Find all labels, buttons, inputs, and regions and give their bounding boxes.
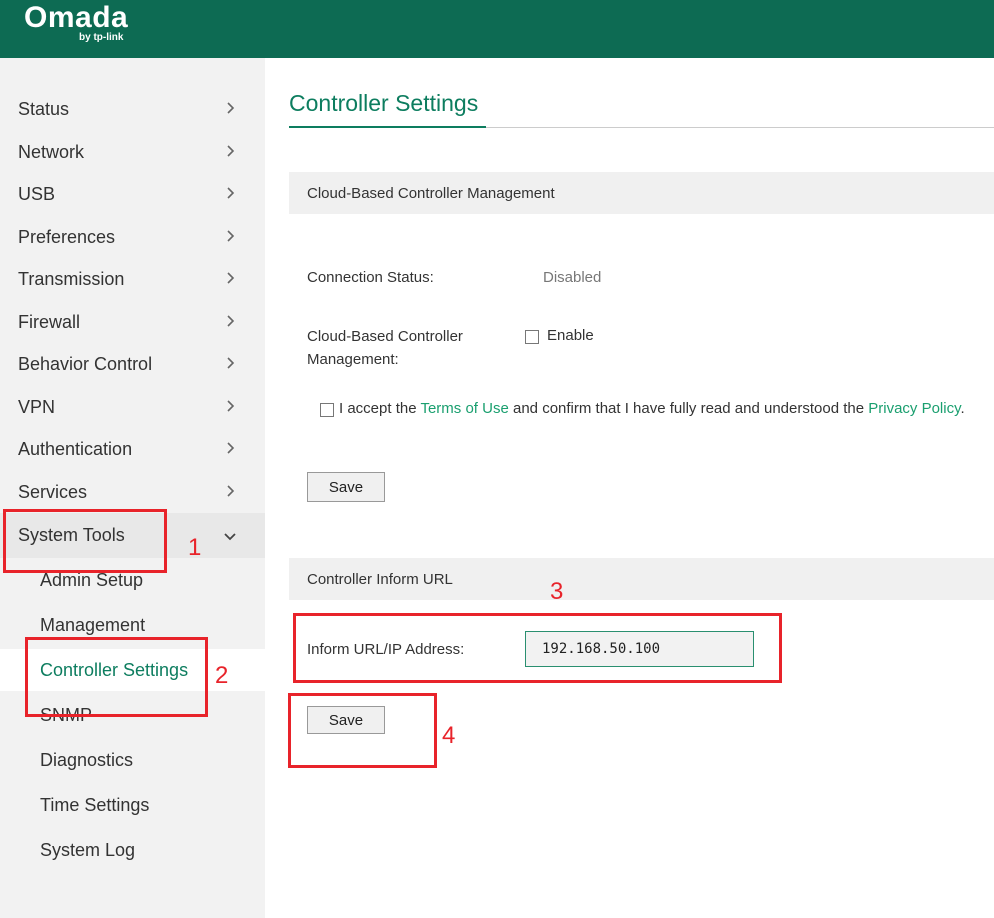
annotation-marker-2: 2	[215, 662, 229, 689]
sidebar-item-status[interactable]: Status	[0, 90, 265, 130]
sidebar-subitem-diagnostics[interactable]: Diagnostics	[0, 741, 265, 781]
chevron-right-icon	[227, 400, 235, 412]
annotation-marker-1: 1	[188, 534, 202, 561]
chevron-right-icon	[227, 187, 235, 199]
connection-status-value: Disabled	[543, 269, 602, 286]
sidebar-subitem-time-settings[interactable]: Time Settings	[0, 786, 265, 826]
sidebar: Status Network USB Preferences Transmiss…	[0, 58, 265, 918]
privacy-policy-link[interactable]: Privacy Policy	[868, 400, 960, 417]
omada-logo: Omada by tp-link	[24, 1, 129, 44]
sidebar-subitem-label: Admin Setup	[40, 570, 144, 590]
sidebar-subitem-system-log[interactable]: System Log	[0, 831, 265, 871]
sidebar-subitem-label: Diagnostics	[40, 750, 134, 770]
logo-text: Omada	[24, 1, 129, 34]
inform-section-title: Controller Inform URL	[307, 571, 453, 588]
sidebar-item-label: Network	[18, 142, 85, 162]
accept-terms-checkbox[interactable]	[320, 403, 334, 417]
annotation-box-inform-url	[293, 613, 782, 683]
chevron-down-icon	[224, 533, 236, 541]
terms-of-use-link[interactable]: Terms of Use	[420, 400, 508, 417]
sidebar-subitem-label: System Log	[40, 840, 136, 860]
sidebar-subitem-label: Management	[40, 615, 146, 635]
annotation-box-save	[288, 693, 437, 768]
sidebar-item-label: VPN	[18, 397, 56, 417]
sidebar-subitem-label: Time Settings	[40, 795, 150, 815]
cloud-management-label-line2: Management:	[307, 351, 399, 368]
chevron-right-icon	[227, 230, 235, 242]
sidebar-item-label: Preferences	[18, 227, 116, 247]
annotation-marker-3: 3	[550, 578, 564, 605]
sidebar-item-label: Transmission	[18, 269, 125, 289]
sidebar-item-services[interactable]: Services	[0, 473, 265, 513]
sidebar-item-behavior-control[interactable]: Behavior Control	[0, 345, 265, 385]
top-header: Omada by tp-link	[0, 0, 994, 58]
enable-checkbox[interactable]	[525, 330, 539, 344]
cloud-management-label-line1: Cloud-Based Controller	[307, 328, 463, 345]
page-title: Controller Settings	[289, 90, 479, 116]
annotation-box-system-tools	[3, 509, 167, 573]
accept-suffix: .	[960, 400, 965, 417]
sidebar-item-vpn[interactable]: VPN	[0, 388, 265, 428]
chevron-right-icon	[227, 145, 235, 157]
chevron-right-icon	[227, 315, 235, 327]
sidebar-item-label: USB	[18, 184, 56, 204]
title-divider	[486, 127, 994, 128]
connection-status-label: Connection Status:	[307, 269, 434, 286]
title-underline	[289, 126, 486, 128]
accept-terms-text: I accept the Terms of Use and confirm th…	[339, 400, 965, 417]
annotation-box-controller-settings	[25, 637, 208, 717]
enable-label: Enable	[547, 327, 594, 344]
sidebar-item-label: Behavior Control	[18, 354, 153, 374]
sidebar-item-label: Services	[18, 482, 88, 502]
sidebar-item-authentication[interactable]: Authentication	[0, 430, 265, 470]
annotation-marker-4: 4	[442, 722, 456, 749]
logo-subtext: by tp-link	[79, 32, 124, 43]
sidebar-item-transmission[interactable]: Transmission	[0, 260, 265, 300]
cloud-section-header: Cloud-Based Controller Management	[289, 172, 994, 214]
sidebar-item-label: Status	[18, 99, 70, 119]
chevron-right-icon	[227, 272, 235, 284]
inform-section-header: Controller Inform URL	[289, 558, 994, 600]
sidebar-item-preferences[interactable]: Preferences	[0, 218, 265, 258]
chevron-right-icon	[227, 442, 235, 454]
sidebar-item-label: Authentication	[18, 439, 133, 459]
cloud-section-title: Cloud-Based Controller Management	[307, 185, 555, 202]
cloud-save-button[interactable]: Save	[307, 472, 385, 502]
accept-middle: and confirm that I have fully read and u…	[513, 400, 865, 417]
chevron-right-icon	[227, 357, 235, 369]
accept-prefix: I accept the	[339, 400, 417, 417]
sidebar-item-label: Firewall	[18, 312, 81, 332]
chevron-right-icon	[227, 485, 235, 497]
sidebar-item-network[interactable]: Network	[0, 133, 265, 173]
sidebar-item-usb[interactable]: USB	[0, 175, 265, 215]
chevron-right-icon	[227, 102, 235, 114]
sidebar-item-firewall[interactable]: Firewall	[0, 303, 265, 343]
